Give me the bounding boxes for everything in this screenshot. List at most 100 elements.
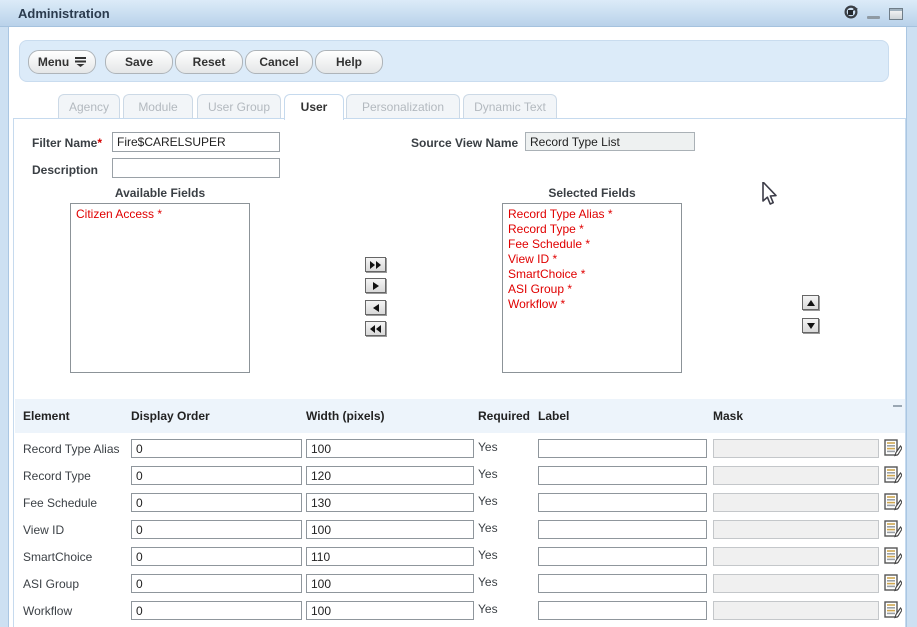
required-asterisk: * [97,136,102,150]
list-item[interactable]: Record Type * [508,222,676,237]
label-input[interactable] [538,601,707,620]
display-order-input[interactable] [131,493,302,512]
move-up-button[interactable] [802,295,819,310]
required-value: Yes [478,548,498,562]
tab-user[interactable]: User [284,94,344,120]
selected-fields-listbox[interactable]: Record Type Alias * Record Type * Fee Sc… [502,203,682,373]
label-input[interactable] [538,439,707,458]
minimize-icon[interactable] [867,16,880,19]
mask-edit-icon[interactable] [884,520,902,538]
label-input[interactable] [538,466,707,485]
required-value: Yes [478,467,498,481]
table-row: Workflow Yes [15,599,905,626]
width-input[interactable] [306,493,474,512]
display-order-input[interactable] [131,601,302,620]
move-right-button[interactable] [365,278,386,293]
refresh-icon[interactable] [844,5,858,22]
element-name: ASI Group [23,577,79,591]
move-left-button[interactable] [365,300,386,315]
tab-bar: Agency Module User Group User Personaliz… [9,94,908,119]
description-label: Description [32,163,98,177]
mask-edit-icon[interactable] [884,601,902,619]
window-titlebar: Administration [0,0,917,27]
move-all-right-button[interactable] [365,257,386,272]
list-item[interactable]: Citizen Access * [76,207,244,222]
move-all-left-button[interactable] [365,321,386,336]
element-name: View ID [23,523,64,537]
mask-edit-icon[interactable] [884,466,902,484]
display-order-input[interactable] [131,574,302,593]
list-item[interactable]: Fee Schedule * [508,237,676,252]
width-input[interactable] [306,520,474,539]
tab-personalization[interactable]: Personalization [346,94,460,119]
display-order-input[interactable] [131,520,302,539]
mask-input [713,466,879,485]
tab-dynamic-text[interactable]: Dynamic Text [463,94,557,119]
mask-input [713,520,879,539]
display-order-input[interactable] [131,547,302,566]
table-row: Record Type Yes [15,464,905,491]
mask-input [713,574,879,593]
column-header-required: Required [478,409,530,423]
element-name: Fee Schedule [23,496,97,510]
width-input[interactable] [306,439,474,458]
mask-input [713,493,879,512]
help-button[interactable]: Help [315,50,383,74]
cancel-button[interactable]: Cancel [245,50,313,74]
mask-edit-icon[interactable] [884,547,902,565]
label-input[interactable] [538,547,707,566]
window-title: Administration [18,6,110,21]
list-item[interactable]: ASI Group * [508,282,676,297]
display-order-input[interactable] [131,466,302,485]
available-fields-listbox[interactable]: Citizen Access * [70,203,250,373]
source-view-name-label: Source View Name [411,136,518,150]
column-header-label: Label [538,409,569,423]
list-item[interactable]: Record Type Alias * [508,207,676,222]
tab-user-group[interactable]: User Group [197,94,281,119]
required-value: Yes [478,575,498,589]
tab-module[interactable]: Module [123,94,193,119]
mask-edit-icon[interactable] [884,493,902,511]
required-value: Yes [478,521,498,535]
mouse-cursor [762,182,779,209]
window-body: Menu Save Reset Cancel Help Agency Modul… [8,27,907,627]
reset-button[interactable]: Reset [175,50,243,74]
description-input[interactable] [112,158,280,178]
element-name: Record Type [23,469,91,483]
table-row: Fee Schedule Yes [15,491,905,518]
mask-edit-icon[interactable] [884,439,902,457]
element-name: SmartChoice [23,550,92,564]
required-value: Yes [478,440,498,454]
maximize-icon[interactable] [889,8,903,20]
width-input[interactable] [306,466,474,485]
label-input[interactable] [538,520,707,539]
scroll-indicator [893,405,902,407]
list-item[interactable]: SmartChoice * [508,267,676,282]
tab-agency[interactable]: Agency [58,94,120,119]
width-input[interactable] [306,574,474,593]
label-input[interactable] [538,493,707,512]
table-row: ASI Group Yes [15,572,905,599]
window-frame: Menu Save Reset Cancel Help Agency Modul… [0,27,917,627]
table-header: Element Display Order Width (pixels) Req… [15,399,905,433]
column-header-mask: Mask [713,409,743,423]
label-input[interactable] [538,574,707,593]
width-input[interactable] [306,547,474,566]
column-header-display-order: Display Order [131,409,210,423]
display-order-input[interactable] [131,439,302,458]
menu-button[interactable]: Menu [28,50,96,74]
filter-name-label: Filter Name* [32,136,102,150]
list-item[interactable]: Workflow * [508,297,676,312]
width-input[interactable] [306,601,474,620]
mask-edit-icon[interactable] [884,574,902,592]
menu-dropdown-icon [75,52,86,74]
save-button[interactable]: Save [105,50,173,74]
column-header-element: Element [23,409,70,423]
list-item[interactable]: View ID * [508,252,676,267]
move-down-button[interactable] [802,318,819,333]
filter-name-input[interactable] [112,132,280,152]
table-row: View ID Yes [15,518,905,545]
toolbar: Menu Save Reset Cancel Help [19,40,889,82]
required-value: Yes [478,602,498,616]
menu-button-label: Menu [38,55,69,69]
